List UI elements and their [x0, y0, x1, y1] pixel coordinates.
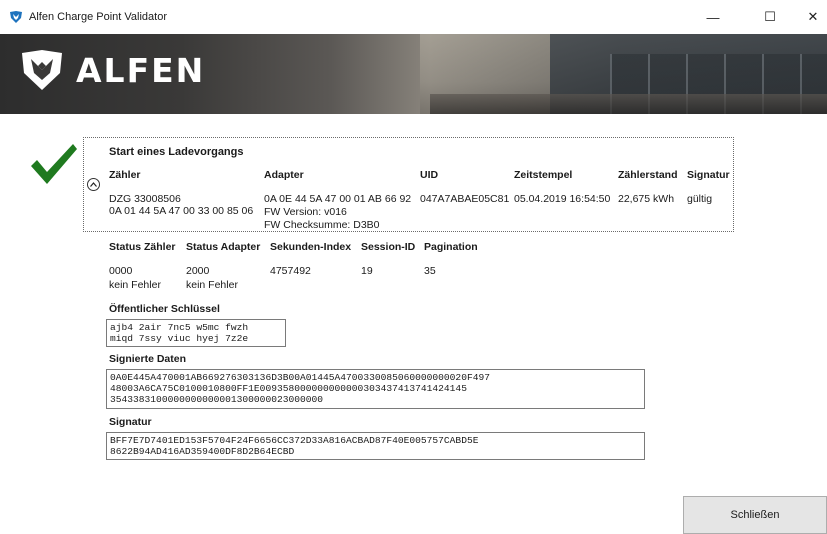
- collapse-toggle-button[interactable]: [87, 178, 100, 191]
- col-adapter: Adapter: [264, 169, 304, 181]
- status-adapter-text: kein Fehler: [186, 279, 238, 291]
- adapter-fw-version: FW Version: v016: [264, 206, 347, 218]
- col-status-meter: Status Zähler: [109, 241, 176, 253]
- signature-field[interactable]: BFF7E7D7401ED153F5704F24F6656CC372D33A81…: [106, 432, 645, 460]
- col-seconds-index: Sekunden-Index: [270, 241, 352, 253]
- signed-data-label: Signierte Daten: [109, 353, 187, 365]
- header-banner: ALFEN: [0, 34, 827, 114]
- minimize-button[interactable]: —: [690, 0, 736, 34]
- chevron-up-icon: [90, 182, 97, 187]
- col-meter: Zähler: [109, 169, 141, 181]
- status-meter-text: kein Fehler: [109, 279, 161, 291]
- col-uid: UID: [420, 169, 439, 181]
- alfen-logo-icon: [22, 50, 62, 90]
- public-key-field[interactable]: ajb4 2air 7nc5 w5mc fwzh miqd 7ssy viuc …: [106, 319, 286, 347]
- alfen-logo-text: ALFEN: [76, 51, 206, 90]
- close-window-button[interactable]: ✕: [790, 0, 827, 34]
- status-meter-code: 0000: [109, 265, 133, 277]
- signed-data-field[interactable]: 0A0E445A470001AB669276303136D3B00A01445A…: [106, 369, 645, 409]
- title-bar: Alfen Charge Point Validator — ☐ ✕: [0, 0, 827, 34]
- alfen-app-icon: [10, 11, 22, 23]
- col-timestamp: Zeitstempel: [514, 169, 573, 181]
- col-status-adapter: Status Adapter: [186, 241, 261, 253]
- public-key-label: Öffentlicher Schlüssel: [109, 303, 220, 315]
- maximize-button[interactable]: ☐: [747, 0, 793, 34]
- signature-status: gültig: [687, 193, 713, 205]
- col-session-id: Session-ID: [361, 241, 416, 253]
- close-button[interactable]: Schließen: [683, 496, 827, 534]
- col-pagination: Pagination: [424, 241, 478, 253]
- meter-id: 0A 01 44 5A 47 00 33 00 85 06: [109, 205, 254, 217]
- meter-name: DZG 33008506: [109, 193, 181, 205]
- col-reading: Zählerstand: [618, 169, 678, 181]
- adapter-id: 0A 0E 44 5A 47 00 01 AB 66 92: [264, 193, 412, 205]
- adapter-fw-checksum: FW Checksumme: D3B0: [264, 219, 380, 231]
- signature-label: Signatur: [109, 416, 152, 428]
- status-adapter-code: 2000: [186, 265, 210, 277]
- reading-value: 22,675 kWh: [618, 193, 675, 205]
- window-title: Alfen Charge Point Validator: [29, 11, 167, 23]
- session-heading: Start eines Ladevorgangs: [109, 146, 244, 158]
- uid-value: 047A7ABAE05C81: [420, 193, 510, 205]
- col-signature: Signatur: [687, 169, 730, 181]
- seconds-index-value: 4757492: [270, 265, 311, 277]
- check-icon: [31, 144, 77, 184]
- timestamp-value: 05.04.2019 16:54:50: [514, 193, 611, 205]
- pagination-value: 35: [424, 265, 436, 277]
- session-id-value: 19: [361, 265, 373, 277]
